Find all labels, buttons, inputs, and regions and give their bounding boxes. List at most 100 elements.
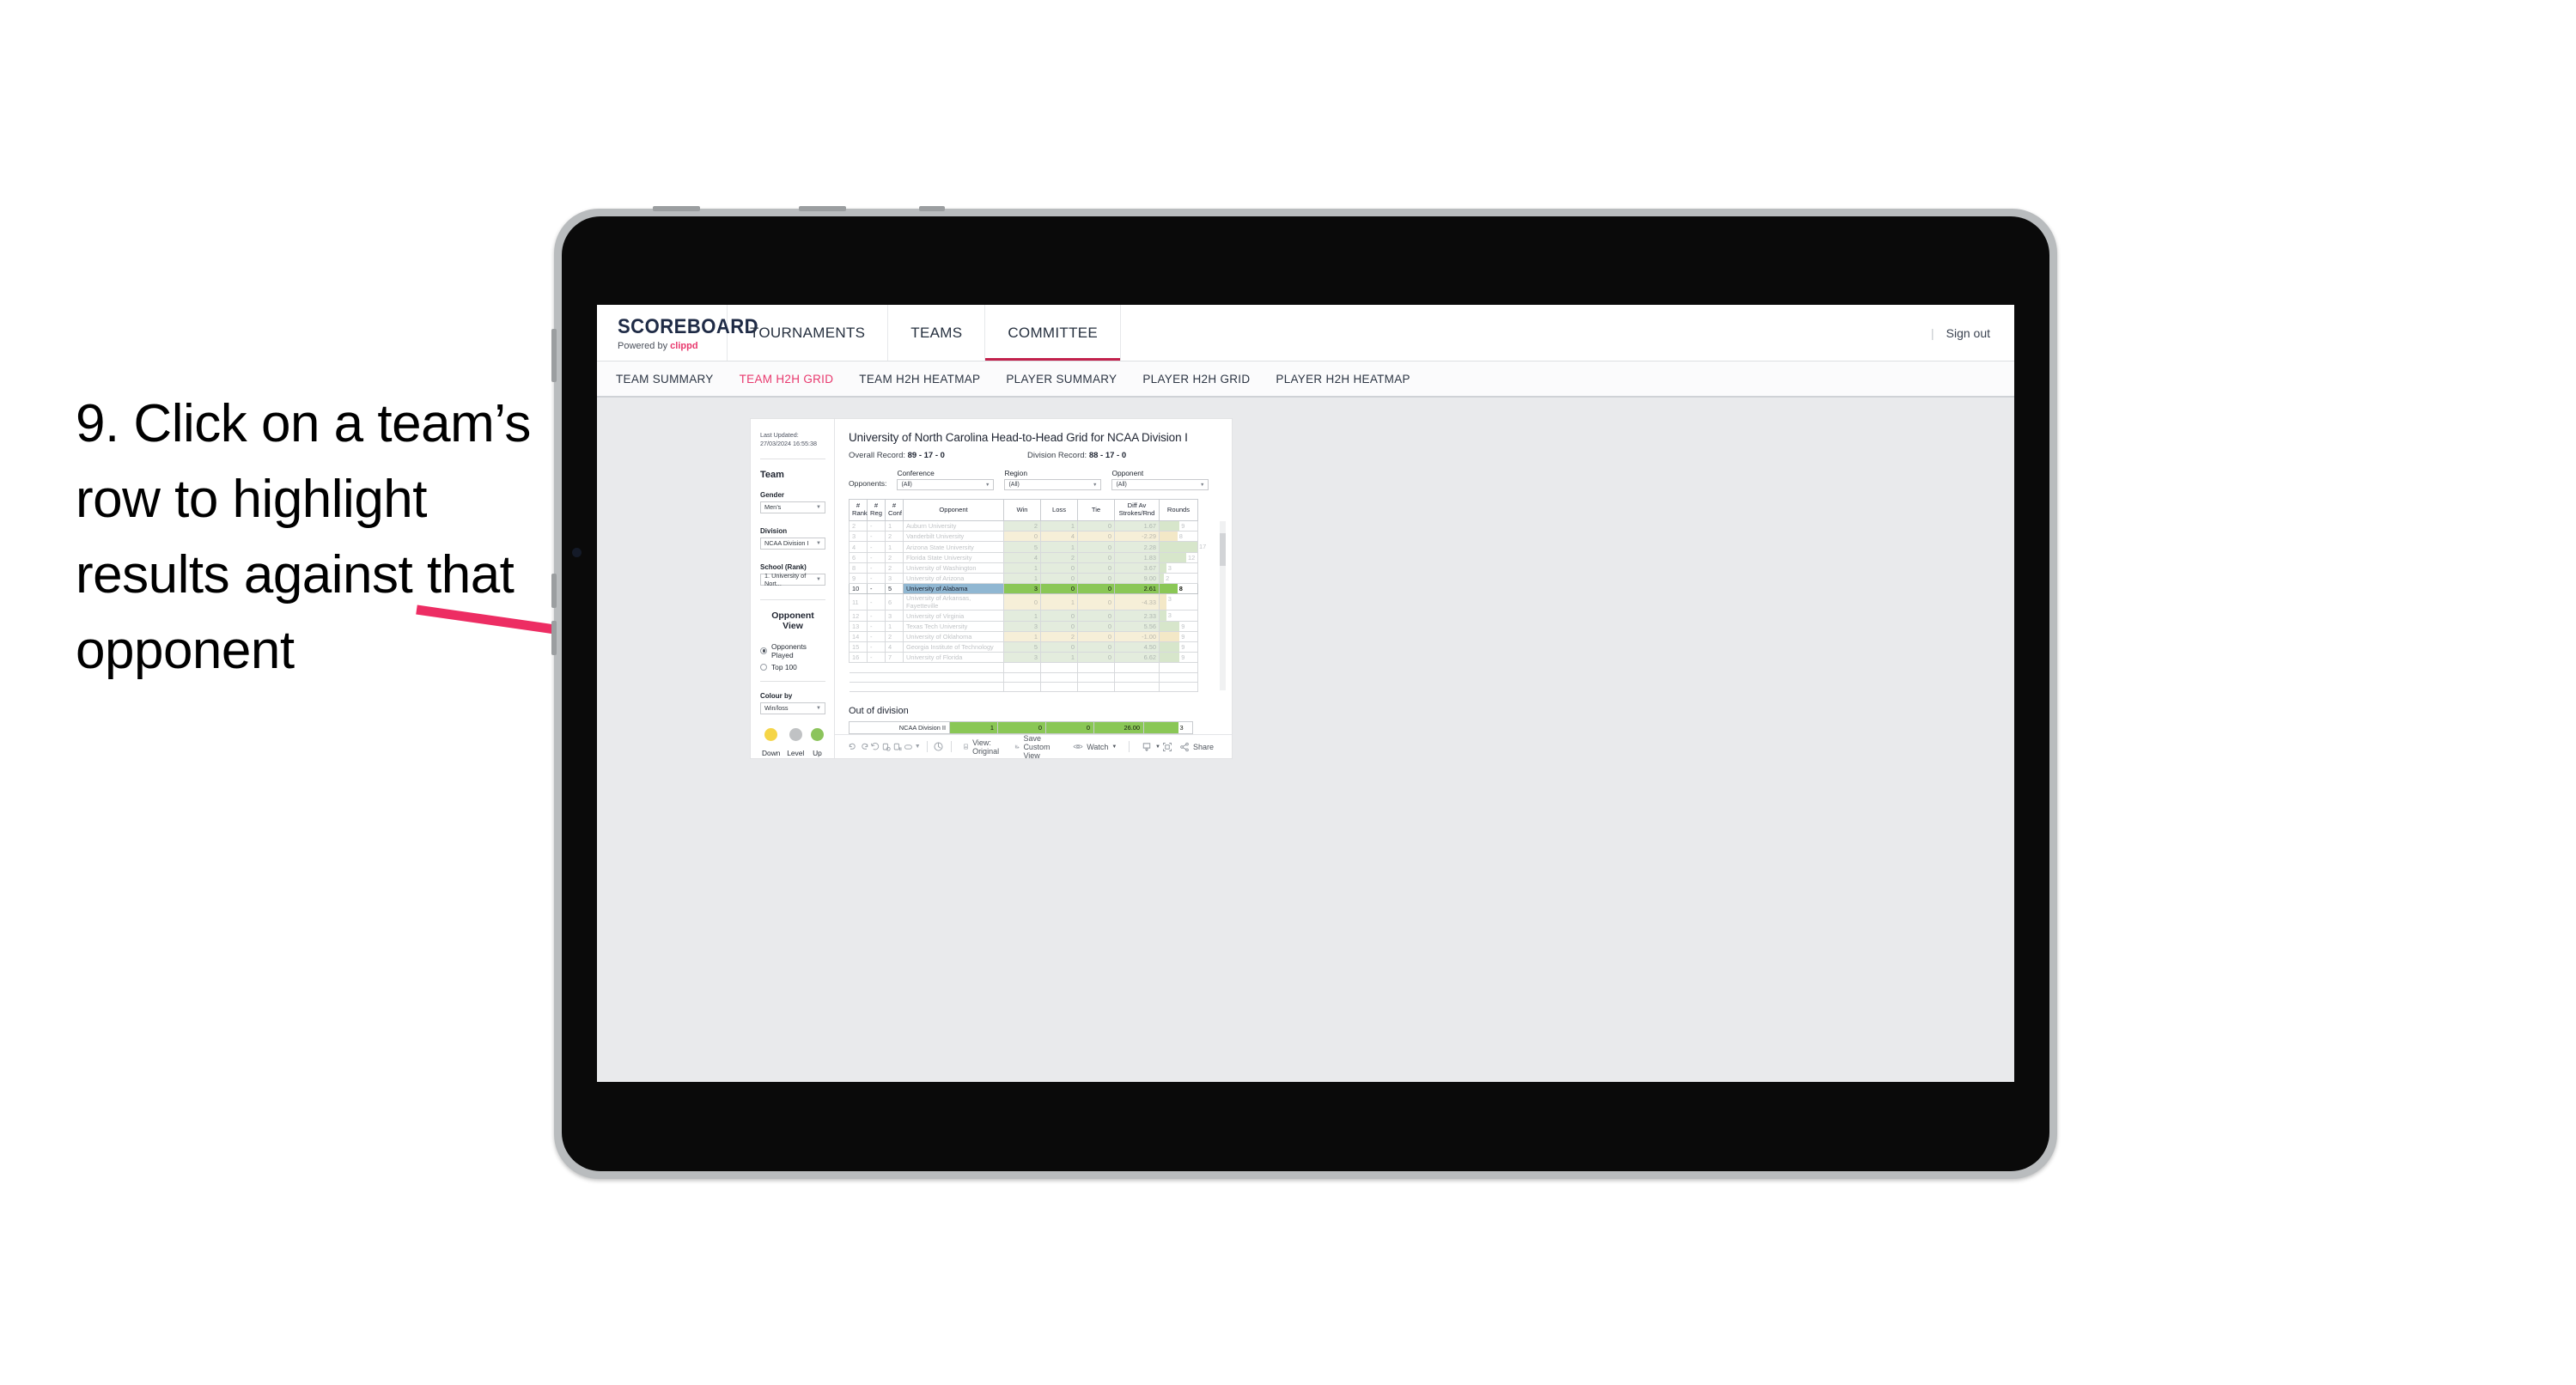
cell-opponent: Florida State University [903,551,1004,563]
watch-button[interactable]: Watch ▼ [1067,742,1123,751]
cell-opponent: Georgia Institute of Technology [903,641,1004,653]
rounds-value: 8 [1178,532,1183,541]
table-row[interactable]: 3-2 Vanderbilt University 0 4 0 -2.29 8 [849,531,1198,543]
opponent-filters: Opponents: Conference (All) ▼ Region (Al [849,469,1218,490]
save-custom-view-label: Save Custom View [1023,733,1050,760]
cell-reg: - [867,620,886,632]
filter-conference-select[interactable]: (All) ▼ [897,479,995,490]
grid-scrollbar[interactable] [1220,521,1226,690]
cell-empty [885,681,904,693]
instruction-annotation: 9. Click on a team’s row to highlight re… [76,394,531,681]
rounds-value: 9 [1181,632,1185,641]
table-row[interactable]: 13-1 Texas Tech University 3 0 0 5.56 9 [849,620,1198,632]
table-row[interactable]: 16-7 University of Florida 3 1 0 6.62 9 [849,652,1198,664]
view-original-button[interactable]: View: Original [957,738,1008,756]
cell-conf: 2 [885,562,904,574]
table-row[interactable]: 11-6 University of Arkansas, Fayetteville… [849,593,1198,611]
cell-loss: 1 [1040,519,1078,532]
rounds-value: 9 [1181,622,1185,630]
cell-empty [867,662,886,673]
cell-win: 1 [1003,562,1041,574]
colour-by-select[interactable]: Win/loss ▼ [760,702,825,714]
cell-empty [1003,671,1041,683]
filter-opponent-value: (All) [1116,482,1127,488]
subnav-item-team-h2h-heatmap[interactable]: TEAM H2H HEATMAP [859,373,980,386]
col-rank: # Rank [849,499,868,521]
device-layout-icon[interactable] [904,738,915,756]
record-summary: Overall Record: 89 - 17 - 0 Division Rec… [849,451,1218,460]
rounds-value: 9 [1181,522,1185,530]
legend-swatch-up [810,727,824,741]
filter-region-select[interactable]: (All) ▼ [1004,479,1102,490]
app-logo[interactable]: SCOREBOARD Powered by clippd [597,305,758,361]
radio-top-100[interactable]: Top 100 [760,663,825,671]
cell-empty [1114,671,1160,683]
filter-opponent-select[interactable]: (All) ▼ [1111,479,1209,490]
out-of-division-row[interactable]: NCAA Division II 1 0 0 26.00 3 [849,721,1193,734]
chevron-down-icon: ▼ [816,576,821,582]
table-row[interactable]: 14-2 University of Oklahoma 1 2 0 -1.00 9 [849,630,1198,643]
cell-loss: 0 [1040,583,1078,595]
cell-empty [867,681,886,693]
cell-rank: 12 [849,610,868,622]
share-button[interactable]: Share [1173,742,1220,752]
radio-opponents-played[interactable]: Opponents Played [760,642,825,659]
legend-label: Down [762,748,781,757]
table-row[interactable]: 2-1 Auburn University 2 1 0 1.67 9 [849,519,1198,532]
table-row[interactable]: 4-1 Arizona State University 5 1 0 2.28 17 [849,541,1206,553]
col-diff-av-strokes: Diff Av Strokes/Rnd [1114,499,1160,521]
grid-header: # Rank # Reg # Conf Opponent Win Loss Ti… [849,499,1198,521]
col-loss: Loss [1040,499,1078,521]
subnav-item-player-summary[interactable]: PLAYER SUMMARY [1006,373,1117,386]
table-row[interactable]: 10-5 University of Alabama 3 0 0 2.61 8 [849,583,1198,595]
subnav-item-team-h2h-grid[interactable]: TEAM H2H GRID [740,373,834,386]
pause-auto-update-icon[interactable] [933,738,944,756]
table-row[interactable]: 9-3 University of Arizona 1 0 0 9.00 2 [849,573,1198,585]
cell-diff: 3.67 [1114,562,1160,574]
chevron-down-icon[interactable]: ▼ [915,738,921,756]
cell-empty [1003,681,1041,693]
division-select[interactable]: NCAA Division I ▼ [760,537,825,550]
revert-icon[interactable] [869,738,880,756]
school-value: 1. University of Nort... [764,571,807,587]
subnav-item-player-h2h-grid[interactable]: PLAYER H2H GRID [1142,373,1250,386]
cell-win: 5 [1003,541,1041,553]
sign-out-link[interactable]: Sign out [1946,326,1990,340]
table-row[interactable]: 8-2 University of Washington 1 0 0 3.67 3 [849,562,1198,574]
cell-conf: 4 [885,641,904,653]
nav-item-committee[interactable]: COMMITTEE [985,305,1122,361]
cell-empty [1159,671,1198,683]
rounds-value: 3 [1167,611,1172,620]
nav-item-teams[interactable]: TEAMS [888,305,986,361]
table-row[interactable]: 6-2 Florida State University 4 2 0 1.83 12 [849,551,1198,563]
pause-icon[interactable] [892,738,903,756]
cell-rounds: 3 [1159,593,1198,611]
cell-empty [1159,681,1198,693]
download-button[interactable]: ▼ [1136,742,1162,752]
filter-conference: Conference (All) ▼ [897,469,995,490]
refresh-icon[interactable] [880,738,892,756]
cell-empty [849,681,868,693]
filter-region-value: (All) [1008,482,1020,488]
nav-item-tournaments[interactable]: TOURNAMENTS [728,305,889,361]
school-select[interactable]: 1. University of Nort... ▼ [760,571,825,587]
undo-icon[interactable] [847,738,858,756]
save-custom-view-button[interactable]: Save Custom View [1008,734,1067,760]
logo-tagline: Powered by clippd [618,341,727,351]
ood-rounds: 3 [1143,721,1193,734]
cell-win: 1 [1003,610,1041,622]
cell-rounds: 8 [1159,583,1198,595]
subnav-item-team-summary[interactable]: TEAM SUMMARY [616,373,714,386]
cell-opponent: Vanderbilt University [903,531,1004,543]
cell-tie: 0 [1077,610,1115,622]
gender-select[interactable]: Men’s ▼ [760,501,825,513]
table-row[interactable]: 12-3 University of Virginia 1 0 0 2.33 3 [849,610,1198,622]
cell-conf: 7 [885,652,904,664]
redo-icon[interactable] [858,738,869,756]
cell-loss: 1 [1040,652,1078,664]
subnav-item-player-h2h-heatmap[interactable]: PLAYER H2H HEATMAP [1276,373,1410,386]
grid-scrollbar-thumb[interactable] [1220,533,1226,566]
cell-opponent: University of Washington [903,562,1004,574]
fullscreen-icon[interactable] [1162,738,1173,756]
table-row[interactable]: 15-4 Georgia Institute of Technology 5 0 0 4.… [849,641,1198,653]
